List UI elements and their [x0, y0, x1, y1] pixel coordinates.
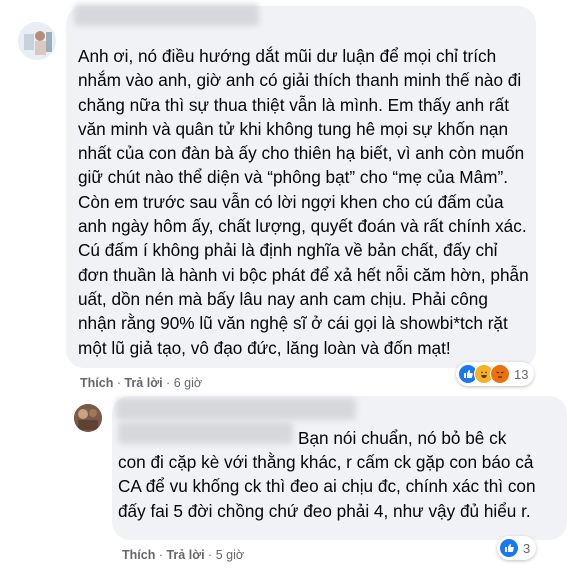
angry-icon [490, 364, 510, 384]
reply-text-first-line: Bạn nói chuẩn, nó bỏ bê ck [298, 428, 507, 448]
timestamp[interactable]: 6 giờ [174, 376, 202, 390]
avatar-image [74, 404, 102, 432]
blurred-author-name [74, 4, 259, 26]
like-link[interactable]: Thích [80, 376, 113, 390]
separator: · [116, 376, 121, 390]
avatar-image [18, 22, 56, 60]
like-link[interactable]: Thích [122, 548, 155, 562]
reaction-count: 3 [523, 540, 531, 556]
avatar[interactable] [18, 22, 56, 60]
reply-link[interactable]: Trả lời [166, 548, 204, 562]
avatar[interactable] [74, 404, 102, 432]
reply-link[interactable]: Trả lời [124, 376, 162, 390]
timestamp[interactable]: 5 giờ [216, 548, 244, 562]
blurred-text [118, 422, 293, 444]
reaction-count: 13 [514, 366, 529, 382]
reply-actions: Thích · Trả lời · 5 giờ [122, 548, 244, 562]
reaction-summary[interactable]: 3 [497, 536, 537, 560]
comment-actions: Thích · Trả lời · 6 giờ [80, 376, 202, 390]
reaction-summary[interactable]: 13 [456, 362, 535, 386]
separator: · [158, 548, 163, 562]
separator: · [208, 548, 213, 562]
separator: · [166, 376, 171, 390]
reply-text: con đi cặp kè với thằng khác, r cấm ck g… [118, 452, 536, 521]
blurred-author-name [116, 398, 356, 420]
comment-text: Anh ơi, nó điều hướng dắt mũi dư luận để… [78, 46, 529, 358]
like-icon [499, 538, 519, 558]
